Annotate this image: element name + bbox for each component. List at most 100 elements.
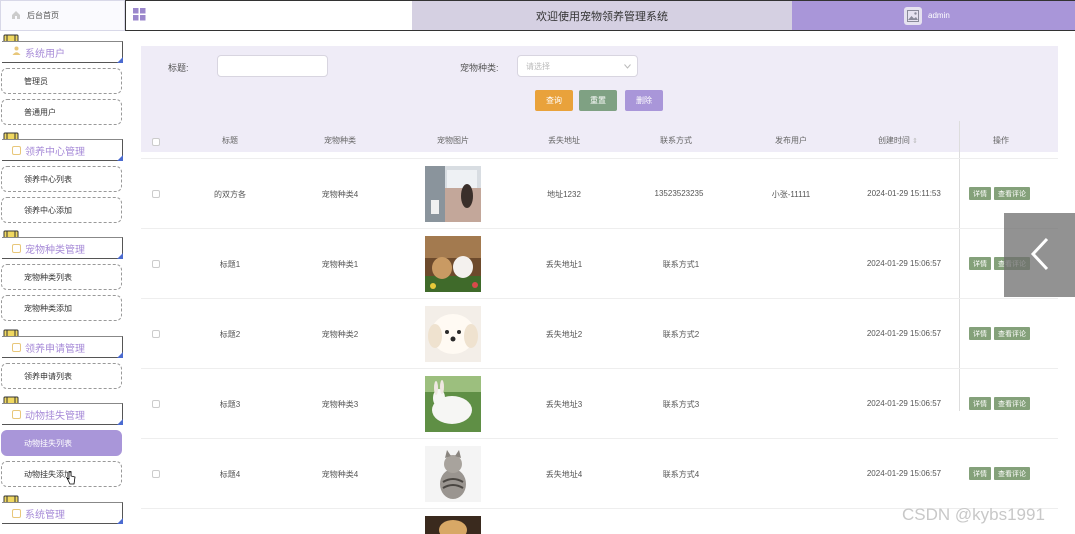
cell-type: 宠物种类3 xyxy=(321,400,359,409)
sidebar-group-header[interactable]: 领养中心管理 xyxy=(2,139,123,161)
th-photo: 宠物图片 xyxy=(437,136,469,145)
table-row[interactable]: 的双方各 宠物种类4 地址1232 13523523235 小张-11111 2… xyxy=(141,159,1058,229)
home-link[interactable]: 后台首页 xyxy=(0,0,125,31)
table-row[interactable]: 标题1 宠物种类1 丢失地址1 联系方式1 2024-01-29 15:06:5… xyxy=(141,229,1058,299)
row-actions: 详情 查看评论 xyxy=(969,467,1030,480)
detail-button[interactable]: 详情 xyxy=(969,467,991,480)
row-actions: 详情 查看评论 xyxy=(969,327,1030,340)
watermark: CSDN @kybs1991 xyxy=(902,505,1045,524)
avatar[interactable] xyxy=(904,6,922,25)
type-filter-label: 宠物种类: xyxy=(460,63,499,73)
detail-button[interactable]: 详情 xyxy=(969,397,991,410)
username: admin xyxy=(928,11,950,20)
user-area[interactable]: admin xyxy=(792,0,1075,31)
pet-photo-white-rabbit[interactable] xyxy=(425,376,481,432)
sidebar-item-lost-add[interactable]: 动物挂失添加 xyxy=(1,461,122,487)
view-comments-button[interactable]: 查看评论 xyxy=(994,467,1030,480)
cell-contact: 13523523235 xyxy=(654,189,704,198)
row-checkbox[interactable] xyxy=(152,260,160,268)
sidebar-item-normal-user[interactable]: 普通用户 xyxy=(1,99,122,125)
sidebar-group-label: 宠物种类管理 xyxy=(25,244,85,256)
cell-title: 标题3 xyxy=(219,400,241,409)
sidebar-group-header[interactable]: 动物挂失管理 xyxy=(2,403,123,425)
row-checkbox[interactable] xyxy=(152,470,160,478)
sidebar-group-header[interactable]: 系统管理 xyxy=(2,502,123,524)
table-row[interactable]: 标题3 宠物种类3 丢失地址3 联系方式3 2024-01-29 15:06:5… xyxy=(141,369,1058,439)
pet-photo-partial[interactable] xyxy=(425,516,481,534)
folder-icon xyxy=(12,409,21,419)
view-comments-button[interactable]: 查看评论 xyxy=(994,397,1030,410)
view-comments-button[interactable]: 查看评论 xyxy=(994,327,1030,340)
view-comments-button[interactable]: 查看评论 xyxy=(994,187,1030,200)
th-contact: 联系方式 xyxy=(660,136,692,145)
sidebar-item-apply-list[interactable]: 领养申请列表 xyxy=(1,363,122,389)
row-checkbox[interactable] xyxy=(152,190,160,198)
cell-contact: 联系方式1 xyxy=(662,260,700,269)
row-actions: 详情 查看评论 xyxy=(969,397,1030,410)
sidebar-group-adoption-apply: 领养申请管理 领养申请列表 xyxy=(0,329,125,389)
th-created-sortable[interactable]: 创建时间 ⇕ xyxy=(863,135,933,146)
cell-contact: 联系方式2 xyxy=(662,330,700,339)
pet-photo-tabby-cat[interactable] xyxy=(425,446,481,502)
detail-button[interactable]: 详情 xyxy=(969,257,991,270)
pet-photo-dog-window[interactable] xyxy=(425,166,481,222)
sidebar-item-admin[interactable]: 管理员 xyxy=(1,68,122,94)
sidebar-group-header[interactable]: 系统用户 xyxy=(2,41,123,63)
table-row[interactable]: 标题4 宠物种类4 丢失地址4 联系方式4 2024-01-29 15:06:5… xyxy=(141,439,1058,509)
sidebar-group-label: 系统管理 xyxy=(25,509,65,521)
title-filter-label: 标题: xyxy=(168,63,189,73)
title-filter-input[interactable] xyxy=(217,55,328,77)
cell-created: 2024-01-29 15:11:53 xyxy=(867,189,941,198)
reset-button[interactable]: 重置 xyxy=(579,90,617,111)
folder-icon xyxy=(12,145,21,155)
pet-photo-white-puppy[interactable] xyxy=(425,306,481,362)
table-header: 标题 宠物种类 宠物图片 丢失地址 联系方式 发布用户 创建时间 ⇕ 操作 xyxy=(141,121,1058,159)
system-title: 欢迎使用宠物领养管理系统 xyxy=(412,0,792,31)
cell-address: 地址1232 xyxy=(547,190,581,199)
folder-icon xyxy=(12,243,21,253)
sidebar-group-header[interactable]: 宠物种类管理 xyxy=(2,237,123,259)
th-address: 丢失地址 xyxy=(548,136,580,145)
th-user: 发布用户 xyxy=(775,136,807,145)
th-type: 宠物种类 xyxy=(324,136,356,145)
row-checkbox[interactable] xyxy=(152,330,160,338)
sidebar-item-lost-list[interactable]: 动物挂失列表 xyxy=(1,430,122,456)
detail-button[interactable]: 详情 xyxy=(969,187,991,200)
type-filter-select[interactable]: 请选择 xyxy=(517,55,638,77)
sidebar-group-label: 系统用户 xyxy=(25,48,65,60)
cell-type: 宠物种类1 xyxy=(321,260,359,269)
menu-toggle-area[interactable] xyxy=(125,0,412,31)
sidebar-group-label: 领养中心管理 xyxy=(25,146,85,158)
cell-type: 宠物种类4 xyxy=(321,190,359,199)
chevron-left-icon xyxy=(1030,237,1050,273)
cell-title: 的双方各 xyxy=(214,190,246,199)
detail-button[interactable]: 详情 xyxy=(969,327,991,340)
cell-created: 2024-01-29 15:06:57 xyxy=(866,259,942,268)
cell-address: 丢失地址3 xyxy=(545,400,583,409)
sidebar-group-header[interactable]: 领养申请管理 xyxy=(2,336,123,358)
sidebar-group-system: 系统管理 xyxy=(0,495,125,524)
cell-created: 2024-01-29 15:06:57 xyxy=(866,329,942,338)
home-label: 后台首页 xyxy=(27,11,59,20)
sidebar-item-type-add[interactable]: 宠物种类添加 xyxy=(1,295,122,321)
select-all-checkbox[interactable] xyxy=(152,138,160,146)
grid-icon[interactable] xyxy=(133,8,146,23)
type-filter-placeholder: 请选择 xyxy=(526,61,550,71)
sidebar-item-type-list[interactable]: 宠物种类列表 xyxy=(1,264,122,290)
sidebar-item-center-list[interactable]: 领养中心列表 xyxy=(1,166,122,192)
collapse-panel-button[interactable] xyxy=(1004,213,1075,297)
sidebar: 系统用户 管理员 普通用户 领养中心管理 领养中心列表 领养中心添加 宠物种类管… xyxy=(0,31,125,534)
folder-icon xyxy=(12,508,21,518)
pet-photo-rabbits[interactable] xyxy=(425,236,481,292)
cell-address: 丢失地址4 xyxy=(545,470,583,479)
sidebar-item-center-add[interactable]: 领养中心添加 xyxy=(1,197,122,223)
search-button[interactable]: 查询 xyxy=(535,90,573,111)
folder-icon xyxy=(12,342,21,352)
row-checkbox[interactable] xyxy=(152,400,160,408)
cell-address: 丢失地址1 xyxy=(545,260,583,269)
sidebar-group-lost-animal: 动物挂失管理 动物挂失列表 动物挂失添加 xyxy=(0,396,125,487)
cell-user: 小张-11111 xyxy=(771,190,811,199)
cell-title: 标题4 xyxy=(219,470,241,479)
delete-button[interactable]: 删除 xyxy=(625,90,663,111)
table-row[interactable]: 标题2 宠物种类2 丢失地址2 联系方式2 2024-01-29 15:06:5… xyxy=(141,299,1058,369)
